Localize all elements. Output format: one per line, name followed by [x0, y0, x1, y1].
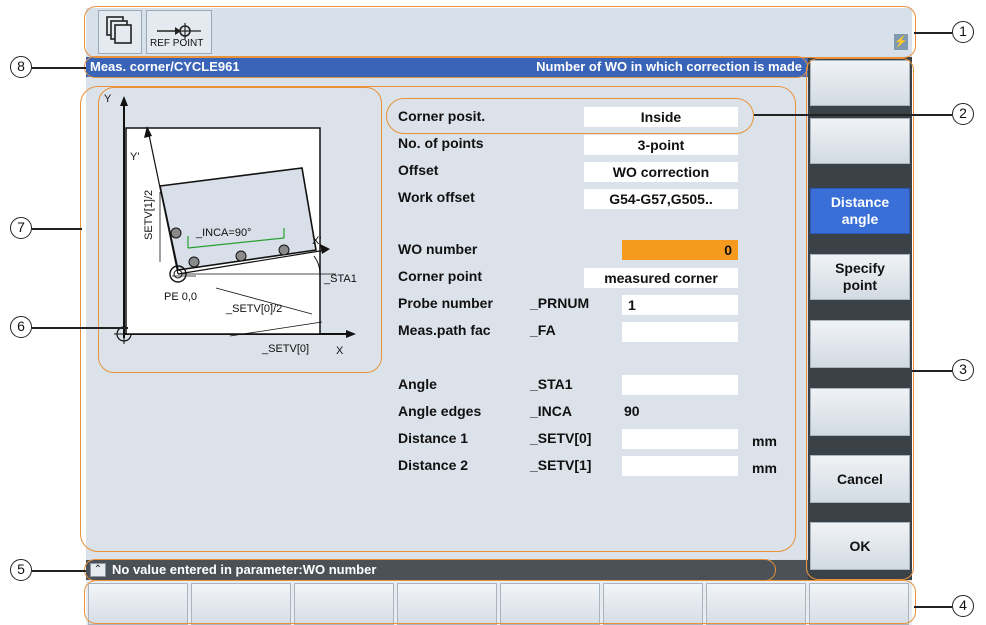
callout-line-1: [914, 32, 952, 34]
callout-oval-vertical-softkeys: [806, 58, 914, 580]
callout-1: 1: [952, 21, 974, 43]
callout-oval-work-area: [80, 86, 796, 552]
callout-line-4: [914, 606, 952, 608]
callout-line-2: [754, 114, 952, 116]
callout-line-8: [32, 67, 86, 69]
callout-8: 8: [10, 56, 32, 78]
callout-6: 6: [10, 316, 32, 338]
callout-line-7: [32, 228, 82, 230]
callout-oval-title: [84, 56, 808, 78]
callout-7: 7: [10, 217, 32, 239]
callout-oval-toolbar: [84, 6, 916, 58]
callout-line-6: [32, 327, 128, 329]
callout-3: 3: [952, 359, 974, 381]
callout-oval-horizontal-softkeys: [84, 580, 916, 624]
callout-4: 4: [952, 595, 974, 617]
callout-line-3: [912, 370, 952, 372]
callout-5: 5: [10, 559, 32, 581]
callout-oval-status: [84, 559, 776, 581]
callout-line-5: [32, 570, 86, 572]
callout-2: 2: [952, 103, 974, 125]
